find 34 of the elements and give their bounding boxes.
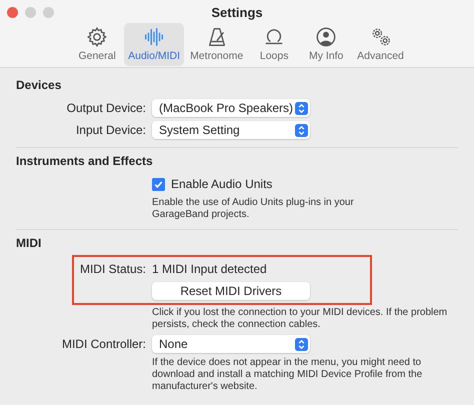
- zoom-button[interactable]: [43, 7, 54, 18]
- help-text: Click if you lost the connection to your MIDI devices. If the problem persists, check the connection cables.: [152, 307, 448, 331]
- help-text: Enable the use of Audio Units plug-ins in your GarageBand projects.: [152, 197, 355, 221]
- checkbox-icon: [152, 178, 165, 190]
- help-text: If the device does not appear in the menu, you might need to download and install a matching MIDI Device Profile from the manufacturer's website.: [152, 357, 424, 393]
- chevron-icon: [295, 124, 308, 136]
- popup-menu[interactable]: (MacBook Pro Speakers): [152, 99, 310, 117]
- close-button[interactable]: [7, 7, 18, 18]
- audio-units-checkbox[interactable]: Enable Audio Units: [152, 177, 272, 191]
- reset-button[interactable]: Reset MIDI Drivers: [152, 282, 310, 300]
- toolbar-tab[interactable]: Audio/MIDI: [124, 23, 184, 66]
- popup-menu[interactable]: System Setting: [152, 121, 310, 139]
- toolbar-tab[interactable]: Advanced: [353, 23, 408, 66]
- window-title: Settings: [211, 4, 263, 20]
- section-heading: MIDI: [16, 236, 42, 250]
- chevron-icon: [295, 338, 308, 350]
- chevron-icon: [295, 102, 308, 114]
- status-text: 1 MIDI Input detected: [152, 262, 267, 276]
- section-heading: Devices: [16, 78, 62, 92]
- gear-icon: [86, 26, 108, 48]
- toolbar-tab[interactable]: Loops: [249, 23, 300, 66]
- waveform-icon: [143, 26, 166, 48]
- minimize-button[interactable]: [25, 7, 36, 18]
- field-label: MIDI Controller:: [60, 337, 147, 351]
- field-label: Input Device:: [74, 123, 147, 137]
- field-label: MIDI Status:: [78, 262, 147, 276]
- field-label: Output Device:: [66, 101, 147, 115]
- person-icon: [315, 26, 338, 48]
- toolbar-tab[interactable]: My Info: [301, 23, 352, 66]
- section-heading: Instruments and Effects: [16, 154, 154, 168]
- toolbar-tab[interactable]: General: [72, 23, 122, 66]
- gears-icon: [370, 26, 392, 48]
- popup-menu[interactable]: None: [152, 335, 310, 353]
- toolbar-tab[interactable]: Metronome: [186, 23, 248, 66]
